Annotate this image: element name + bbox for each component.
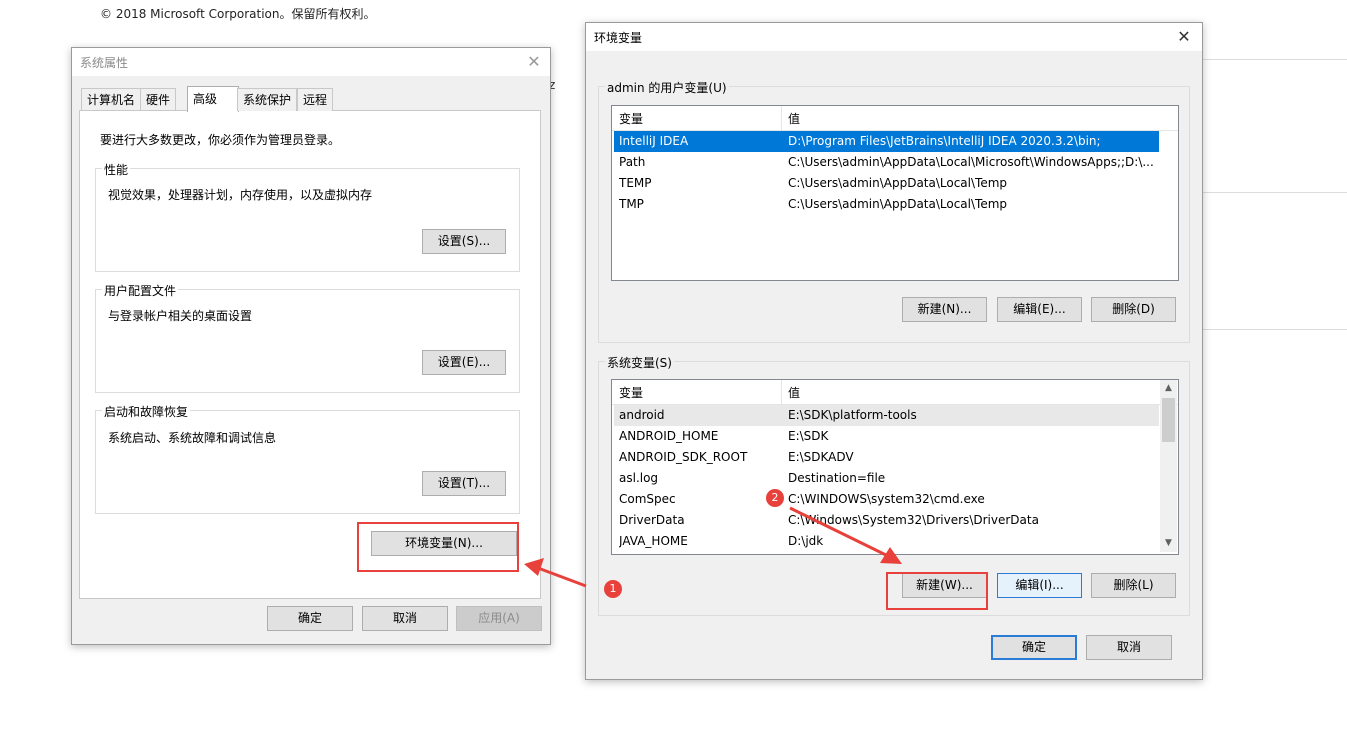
variable-name: ANDROID_SDK_ROOT: [619, 450, 748, 464]
scroll-up-icon[interactable]: ▲: [1160, 380, 1177, 397]
variable-value: E:\SDKADV: [788, 450, 854, 464]
profile-settings-button[interactable]: 设置(E)...: [422, 350, 506, 375]
group-description: 系统启动、系统故障和调试信息: [108, 431, 277, 445]
list-item[interactable]: ANDROID_HOME E:\SDK: [614, 426, 1159, 447]
background-divider: [1200, 192, 1347, 193]
list-item[interactable]: ComSpec C:\WINDOWS\system32\cmd.exe: [614, 489, 1159, 510]
list-item[interactable]: asl.log Destination=file: [614, 468, 1159, 489]
variable-value: C:\Users\admin\AppData\Local\Temp: [788, 197, 1008, 211]
column-header-value[interactable]: 值: [788, 384, 800, 401]
system-delete-button[interactable]: 删除(L): [1091, 573, 1176, 598]
list-item[interactable]: IntelliJ IDEA D:\Program Files\JetBrains…: [614, 131, 1159, 152]
variable-value: C:\WINDOWS\system32\cmd.exe: [788, 492, 985, 506]
background-divider: [1200, 329, 1347, 330]
variable-name: TMP: [619, 197, 644, 211]
vertical-scrollbar[interactable]: ▲ ▼: [1160, 380, 1177, 552]
column-header-value[interactable]: 值: [788, 110, 800, 127]
user-variables-list[interactable]: 变量 值 IntelliJ IDEA D:\Program Files\JetB…: [611, 105, 1179, 281]
env-ok-button[interactable]: 确定: [991, 635, 1077, 660]
list-item[interactable]: DriverData C:\Windows\System32\Drivers\D…: [614, 510, 1159, 531]
variable-name: JAVA_HOME: [619, 534, 688, 548]
list-item[interactable]: TMP C:\Users\admin\AppData\Local\Temp: [614, 194, 1159, 215]
list-item[interactable]: JAVA_HOME D:\jdk: [614, 531, 1159, 552]
column-header-variable[interactable]: 变量: [619, 110, 643, 127]
group-title: 系统变量(S): [605, 354, 674, 371]
close-icon[interactable]: ✕: [1170, 24, 1198, 50]
list-header: 变量 值: [612, 380, 1178, 405]
group-description: 与登录帐户相关的桌面设置: [108, 309, 253, 323]
variable-name: ANDROID_HOME: [619, 429, 719, 443]
performance-settings-button[interactable]: 设置(S)...: [422, 229, 506, 254]
scrollbar-thumb[interactable]: [1162, 398, 1175, 442]
group-title: admin 的用户变量(U): [605, 79, 729, 96]
tab-computer-name[interactable]: 计算机名: [81, 88, 142, 111]
variable-value: D:\jdk: [788, 534, 824, 548]
step-badge-2: 2: [766, 489, 784, 507]
variable-value: C:\Windows\System32\Drivers\DriverData: [788, 513, 1039, 527]
user-edit-button[interactable]: 编辑(E)...: [997, 297, 1082, 322]
admin-note: 要进行大多数更改，你必须作为管理员登录。: [100, 133, 341, 147]
variable-name: ComSpec: [619, 492, 676, 506]
startup-settings-button[interactable]: 设置(T)...: [422, 471, 506, 496]
list-header: 变量 值: [612, 106, 1178, 131]
env-cancel-button[interactable]: 取消: [1086, 635, 1172, 660]
list-item[interactable]: android E:\SDK\platform-tools: [614, 405, 1159, 426]
variable-name: TEMP: [619, 176, 652, 190]
list-item[interactable]: ANDROID_SDK_ROOT E:\SDKADV: [614, 447, 1159, 468]
window-title: 环境变量: [594, 31, 643, 45]
group-description: 视觉效果，处理器计划，内存使用，以及虚拟内存: [108, 188, 373, 202]
tab-remote[interactable]: 远程: [297, 88, 334, 111]
system-edit-button[interactable]: 编辑(I)...: [997, 573, 1082, 598]
group-title: 用户配置文件: [102, 282, 179, 299]
apply-button[interactable]: 应用(A): [456, 606, 542, 631]
variable-name: android: [619, 408, 665, 422]
background-divider: [1200, 59, 1347, 60]
highlight-box-env-button: [357, 522, 519, 572]
variable-value: D:\Program Files\JetBrains\IntelliJ IDEA…: [788, 134, 1101, 148]
user-new-button[interactable]: 新建(N)...: [902, 297, 987, 322]
tab-system-protection[interactable]: 系统保护: [237, 88, 298, 111]
startup-recovery-group: 启动和故障恢复 系统启动、系统故障和调试信息: [95, 403, 520, 514]
titlebar: 环境变量 ✕: [586, 23, 1202, 51]
variable-name: IntelliJ IDEA: [619, 134, 689, 148]
user-delete-button[interactable]: 删除(D): [1091, 297, 1176, 322]
window-title: 系统属性: [80, 56, 129, 70]
variable-value: Destination=file: [788, 471, 886, 485]
ok-button[interactable]: 确定: [267, 606, 353, 631]
column-header-variable[interactable]: 变量: [619, 384, 643, 401]
close-icon[interactable]: ✕: [520, 49, 548, 75]
variable-name: Path: [619, 155, 646, 169]
tab-hardware[interactable]: 硬件: [140, 88, 177, 111]
variable-name: asl.log: [619, 471, 659, 485]
variable-value: E:\SDK\platform-tools: [788, 408, 917, 422]
cancel-button[interactable]: 取消: [362, 606, 448, 631]
column-divider[interactable]: [781, 106, 782, 130]
list-item[interactable]: TEMP C:\Users\admin\AppData\Local\Temp: [614, 173, 1159, 194]
variable-value: E:\SDK: [788, 429, 829, 443]
highlight-box-new-button: [886, 572, 988, 610]
tab-advanced[interactable]: 高级: [187, 86, 239, 112]
variable-value: C:\Users\admin\AppData\Local\Temp: [788, 176, 1008, 190]
group-title: 性能: [102, 161, 131, 178]
column-divider[interactable]: [781, 380, 782, 404]
system-variables-list[interactable]: 变量 值 android E:\SDK\platform-tools ANDRO…: [611, 379, 1179, 555]
user-profile-group: 用户配置文件 与登录帐户相关的桌面设置: [95, 282, 520, 393]
scroll-down-icon[interactable]: ▼: [1160, 535, 1177, 552]
list-item[interactable]: Path C:\Users\admin\AppData\Local\Micros…: [614, 152, 1159, 173]
titlebar: 系统属性 ✕: [72, 48, 550, 76]
step-badge-1: 1: [604, 580, 622, 598]
performance-group: 性能 视觉效果，处理器计划，内存使用，以及虚拟内存: [95, 161, 520, 272]
copyright-text: © 2018 Microsoft Corporation。保留所有权利。: [100, 7, 376, 21]
variable-value: C:\Users\admin\AppData\Local\Microsoft\W…: [788, 155, 1154, 169]
variable-name: DriverData: [619, 513, 685, 527]
group-title: 启动和故障恢复: [102, 403, 191, 420]
